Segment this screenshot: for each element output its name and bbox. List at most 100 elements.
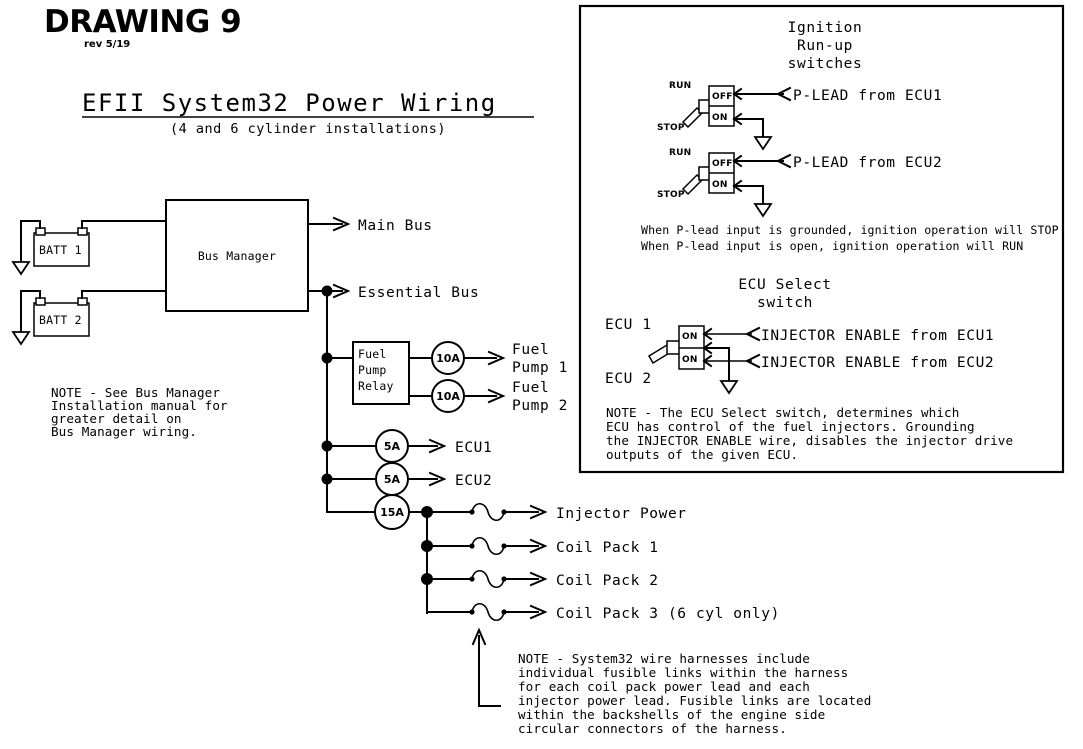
battery-2-positive-wire (81, 290, 167, 299)
ecu-select-position-ecu2-label: ECU 2 (605, 371, 652, 387)
drawing-number: DRAWING 9 (44, 4, 241, 40)
coil-pack-2-label: Coil Pack 2 (556, 573, 659, 589)
ecu1-fuse-rating: 5A (384, 440, 401, 453)
ignition-switch-2-terminal-off: OFF (712, 159, 733, 169)
ecu-select-terminal-top: ON (682, 332, 698, 342)
fuel-pump-1-branch: 10A Fuel Pump 1 (408, 341, 568, 376)
ecu-select-position-ecu1-label: ECU 1 (605, 317, 652, 333)
harness-note-line-3: for each coil pack power lead and each (518, 679, 810, 694)
fuel-pump-1-label-line2: Pump 1 (512, 360, 568, 376)
ecu-select-heading: ECU Select switch (738, 277, 831, 311)
ecu2-label: ECU2 (455, 473, 492, 489)
harness-note-line-5: within the backshells of the engine side (518, 707, 825, 722)
injector-power-fuse-rating: 15A (380, 506, 404, 519)
ecu-select-note-line-2: ECU has control of the fuel injectors. G… (606, 419, 975, 434)
ignition-switch-1-ground-symbol (753, 136, 773, 151)
plead-description-line-1: When P-lead input is grounded, ignition … (641, 223, 1059, 237)
injector-power-fusible-link-icon (471, 502, 505, 522)
ignition-switch-2-ground-symbol (753, 203, 773, 218)
fuel-pump-1-fuse-rating: 10A (436, 352, 460, 365)
essential-bus-output: Essential Bus (307, 283, 479, 301)
harness-note-leader-line (478, 635, 501, 707)
ignition-switch-1[interactable]: RUN STOP OFF ON P-LEAD from ECU1 (657, 81, 942, 151)
ecu2-power-branch: 5A ECU2 (321, 462, 492, 496)
battery-1-label: BATT 1 (39, 243, 82, 257)
ecu-select-note: NOTE - The ECU Select switch, determines… (606, 405, 1013, 462)
bus-manager: Bus Manager (165, 199, 309, 312)
ignition-switch-2[interactable]: RUN STOP OFF ON P-LEAD from ECU2 (657, 148, 942, 218)
ignition-switch-1-terminal-off: OFF (712, 92, 733, 102)
drawing-title: EFII System32 Power Wiring (82, 89, 497, 117)
bus-manager-note: NOTE - See Bus Manager Installation manu… (51, 385, 228, 439)
ecu-select-ground-symbol (719, 380, 739, 395)
battery-2-ground-symbol (11, 331, 31, 346)
battery-2-terminal-negative (35, 297, 46, 306)
fuel-pump-1-label-line1: Fuel (512, 342, 549, 358)
ecu-select-lead-1-label: INJECTOR ENABLE from ECU1 (761, 328, 994, 344)
main-bus-output: Main Bus (307, 216, 433, 234)
ecu-select-lead-2-arrowhead (744, 353, 761, 369)
ignition-switch-1-run-label: RUN (669, 81, 691, 91)
injector-coil-power-branch: 15A (326, 494, 471, 614)
bus-manager-label: Bus Manager (198, 249, 276, 263)
ecu-select-heading-line-2: switch (757, 295, 813, 311)
ignition-heading-line-3: switches (788, 56, 863, 72)
battery-1-terminal-negative (35, 227, 46, 236)
battery-1-terminal-positive (77, 227, 88, 236)
fuel-pump-relay-label-line1: Fuel (358, 347, 387, 361)
ignition-switch-1-stop-label: STOP (657, 123, 685, 133)
fuel-pump-relay-junction-dot (321, 352, 333, 364)
coil-pack-1-label: Coil Pack 1 (556, 540, 659, 556)
harness-note-line-6: circular connectors of the harness. (518, 721, 787, 736)
coil-pack-1-load: Coil Pack 1 (426, 536, 659, 556)
injector-power-load: Injector Power (469, 502, 687, 522)
ignition-switch-2-terminal-on: ON (712, 180, 728, 190)
coil-pack-2-load: Coil Pack 2 (426, 569, 659, 589)
fuel-pump-2-branch: 10A Fuel Pump 2 (408, 379, 568, 414)
ignition-switch-1-terminal-on: ON (712, 113, 728, 123)
wiring-schematic: DRAWING 9 rev 5/19 EFII System32 Power W… (11, 4, 1065, 736)
drawing-subtitle: (4 and 6 cylinder installations) (170, 121, 446, 137)
harness-note-line-4: injector power lead. Fusible links are l… (518, 693, 871, 708)
battery-1: BATT 1 (11, 220, 167, 276)
ignition-heading: Ignition Run-up switches (788, 20, 863, 72)
ignition-switch-2-stop-label: STOP (657, 190, 685, 200)
ecu-select-bushing (666, 340, 681, 355)
essential-bus-label: Essential Bus (358, 285, 479, 301)
ecu-select-lead-1-arrowhead (744, 326, 761, 342)
coil-pack-3-fusible-link-icon (471, 602, 505, 622)
fuel-pump-2-label-line2: Pump 2 (512, 398, 568, 414)
harness-note: NOTE - System32 wire harnesses include i… (518, 651, 871, 736)
ignition-heading-line-2: Run-up (797, 38, 853, 54)
ecu1-power-branch: 5A ECU1 (321, 429, 492, 463)
ecu-select-heading-line-1: ECU Select (738, 277, 831, 293)
injector-power-junction-dot (421, 506, 433, 518)
fuel-pump-2-fuse-rating: 10A (436, 390, 460, 403)
ignition-heading-line-1: Ignition (788, 20, 863, 36)
ignition-switch-1-plead-label: P-LEAD from ECU1 (793, 88, 942, 104)
battery-2-label: BATT 2 (39, 313, 82, 327)
ecu-select-lead-2-label: INJECTOR ENABLE from ECU2 (761, 355, 994, 371)
fuel-pump-2-label-line1: Fuel (512, 380, 549, 396)
battery-1-ground-symbol (11, 261, 31, 276)
coil-pack-2-fusible-link-icon (471, 569, 505, 589)
coil-pack-3-label: Coil Pack 3 (6 cyl only) (556, 606, 780, 622)
ecu-select-note-line-4: outputs of the given ECU. (606, 447, 798, 462)
battery-1-positive-wire (81, 220, 167, 229)
plead-description: When P-lead input is grounded, ignition … (641, 223, 1059, 253)
drawing-sheet: DRAWING 9 rev 5/19 EFII System32 Power W… (0, 0, 1083, 749)
ecu-select-switch[interactable]: ECU 1 ECU 2 ON ON INJECTOR ENABLE from E… (605, 317, 994, 395)
injector-power-label: Injector Power (556, 506, 687, 522)
main-bus-label: Main Bus (358, 218, 433, 234)
harness-note-line-2: individual fusible links within the harn… (518, 665, 848, 680)
harness-note-leader (471, 627, 501, 707)
battery-2-terminal-positive (77, 297, 88, 306)
ecu-select-note-line-3: the INJECTOR ENABLE wire, disables the i… (606, 433, 1013, 448)
plead-description-line-2: When P-lead input is open, ignition oper… (641, 239, 1023, 253)
coil-pack-3-load: Coil Pack 3 (6 cyl only) (426, 602, 780, 622)
ecu2-fuse-rating: 5A (384, 473, 401, 486)
ecu-select-note-line-1: NOTE - The ECU Select switch, determines… (606, 405, 959, 420)
battery-2: BATT 2 (11, 290, 167, 346)
bus-manager-note-line-4: Bus Manager wiring. (51, 424, 197, 439)
ignition-switch-2-run-label: RUN (669, 148, 691, 158)
